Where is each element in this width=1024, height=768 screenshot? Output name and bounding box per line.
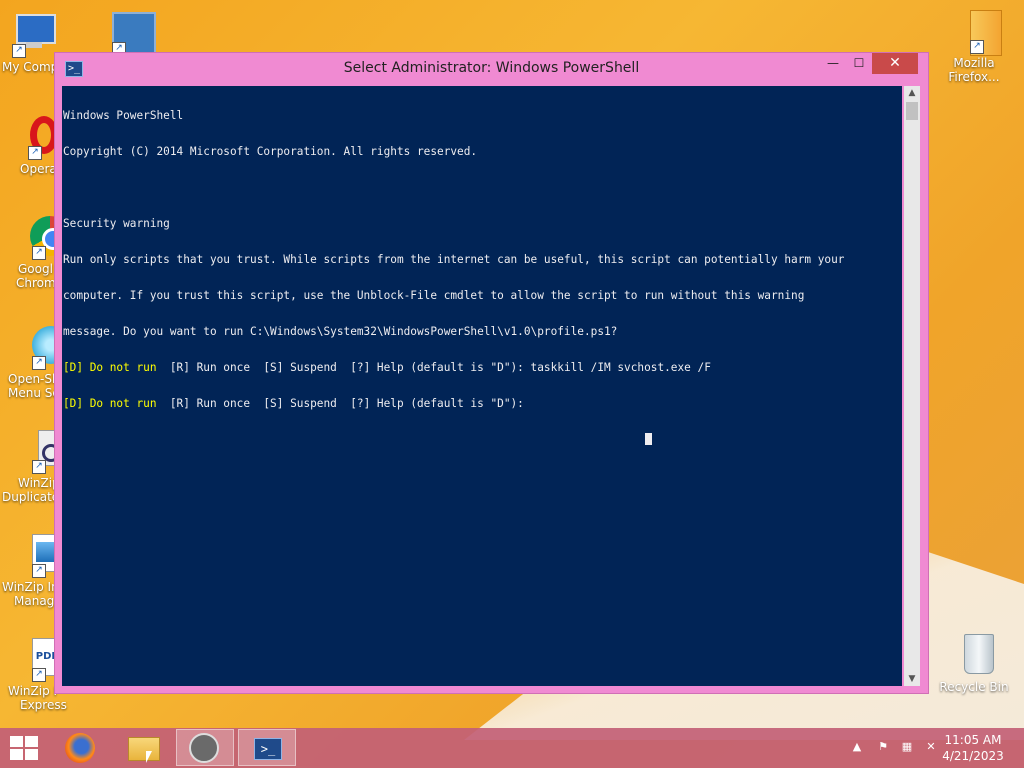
- text-cursor: [645, 433, 652, 445]
- folder-icon: [128, 737, 160, 761]
- console-output[interactable]: Windows PowerShell Copyright (C) 2014 Mi…: [62, 86, 902, 686]
- clock-date: 4/21/2023: [942, 749, 1004, 763]
- taskbar-clock[interactable]: 11:05 AM 4/21/2023: [938, 732, 1008, 764]
- scroll-up-arrow-icon[interactable]: ▲: [904, 86, 920, 100]
- maximize-button[interactable]: ☐: [846, 53, 872, 73]
- scroll-down-arrow-icon[interactable]: ▼: [904, 672, 920, 686]
- firefox-folder-icon: ↗: [952, 8, 1002, 56]
- prompt-default-choice: [D] Do not run: [63, 361, 157, 374]
- start-button[interactable]: [8, 736, 38, 760]
- desktop-icon-label: Firefox...: [948, 70, 1000, 84]
- prompt-options: [R] Run once [S] Suspend [?] Help (defau…: [156, 361, 531, 374]
- console-line: computer. If you trust this script, use …: [63, 289, 805, 302]
- desktop-icon-recycle-bin[interactable]: Recycle Bin: [934, 632, 1014, 694]
- powershell-window[interactable]: >_ Select Administrator: Windows PowerSh…: [54, 52, 929, 694]
- action-center-flag-icon[interactable]: ⚑: [876, 740, 890, 754]
- console-line: message. Do you want to run C:\Windows\S…: [63, 325, 618, 338]
- desktop-icon-label: Recycle Bin: [939, 680, 1009, 694]
- window-title: Select Administrator: Windows PowerShell: [343, 60, 640, 76]
- title-bar[interactable]: >_ Select Administrator: Windows PowerSh…: [55, 53, 928, 85]
- vertical-scrollbar[interactable]: ▲ ▼: [904, 86, 920, 686]
- desktop-icon-label: Express: [20, 698, 67, 712]
- scrollbar-thumb[interactable]: [906, 102, 918, 120]
- app-circle-icon: [189, 733, 219, 763]
- taskbar-powershell[interactable]: >_: [238, 729, 296, 766]
- taskbar-firefox[interactable]: [52, 729, 110, 766]
- windows-logo-icon: [10, 736, 23, 747]
- prompt-line: [D] Do not run [R] Run once [S] Suspend …: [62, 398, 902, 410]
- taskbar-app[interactable]: [176, 729, 234, 766]
- firefox-icon: [65, 733, 95, 763]
- show-hidden-icons-chevron-icon[interactable]: ▲: [850, 740, 864, 754]
- prompt-input: taskkill /IM svchost.exe /F: [530, 361, 711, 374]
- clock-time: 11:05 AM: [944, 733, 1002, 747]
- network-icon[interactable]: ▦: [900, 740, 914, 754]
- powershell-icon: >_: [254, 738, 282, 760]
- console-line: Security warning: [63, 217, 170, 230]
- prompt-options: [R] Run once [S] Suspend [?] Help (defau…: [156, 397, 524, 410]
- taskbar: >_ ▲ ⚑ ▦ ✕ 11:05 AM 4/21/2023: [0, 728, 1024, 768]
- computer-icon: ↗: [12, 12, 56, 58]
- desktop-icon-firefox[interactable]: ↗ Mozilla Firefox...: [934, 8, 1014, 84]
- mouse-pointer-icon: [146, 751, 152, 763]
- desktop-icon-label: Mozilla: [953, 56, 995, 70]
- console-line: Windows PowerShell: [63, 109, 184, 122]
- prompt-default-choice: [D] Do not run: [63, 397, 157, 410]
- minimize-button[interactable]: —: [820, 53, 846, 73]
- taskbar-file-explorer[interactable]: [114, 729, 172, 766]
- console-line: Run only scripts that you trust. While s…: [63, 253, 845, 266]
- desktop-icon-network[interactable]: ↗: [76, 10, 156, 58]
- recycle-bin-icon: [952, 632, 996, 676]
- volume-muted-icon[interactable]: ✕: [924, 740, 938, 754]
- close-button[interactable]: ✕: [872, 53, 918, 74]
- prompt-line: [D] Do not run [R] Run once [S] Suspend …: [62, 362, 902, 374]
- network-share-icon: ↗: [94, 10, 156, 56]
- console-line: Copyright (C) 2014 Microsoft Corporation…: [63, 145, 478, 158]
